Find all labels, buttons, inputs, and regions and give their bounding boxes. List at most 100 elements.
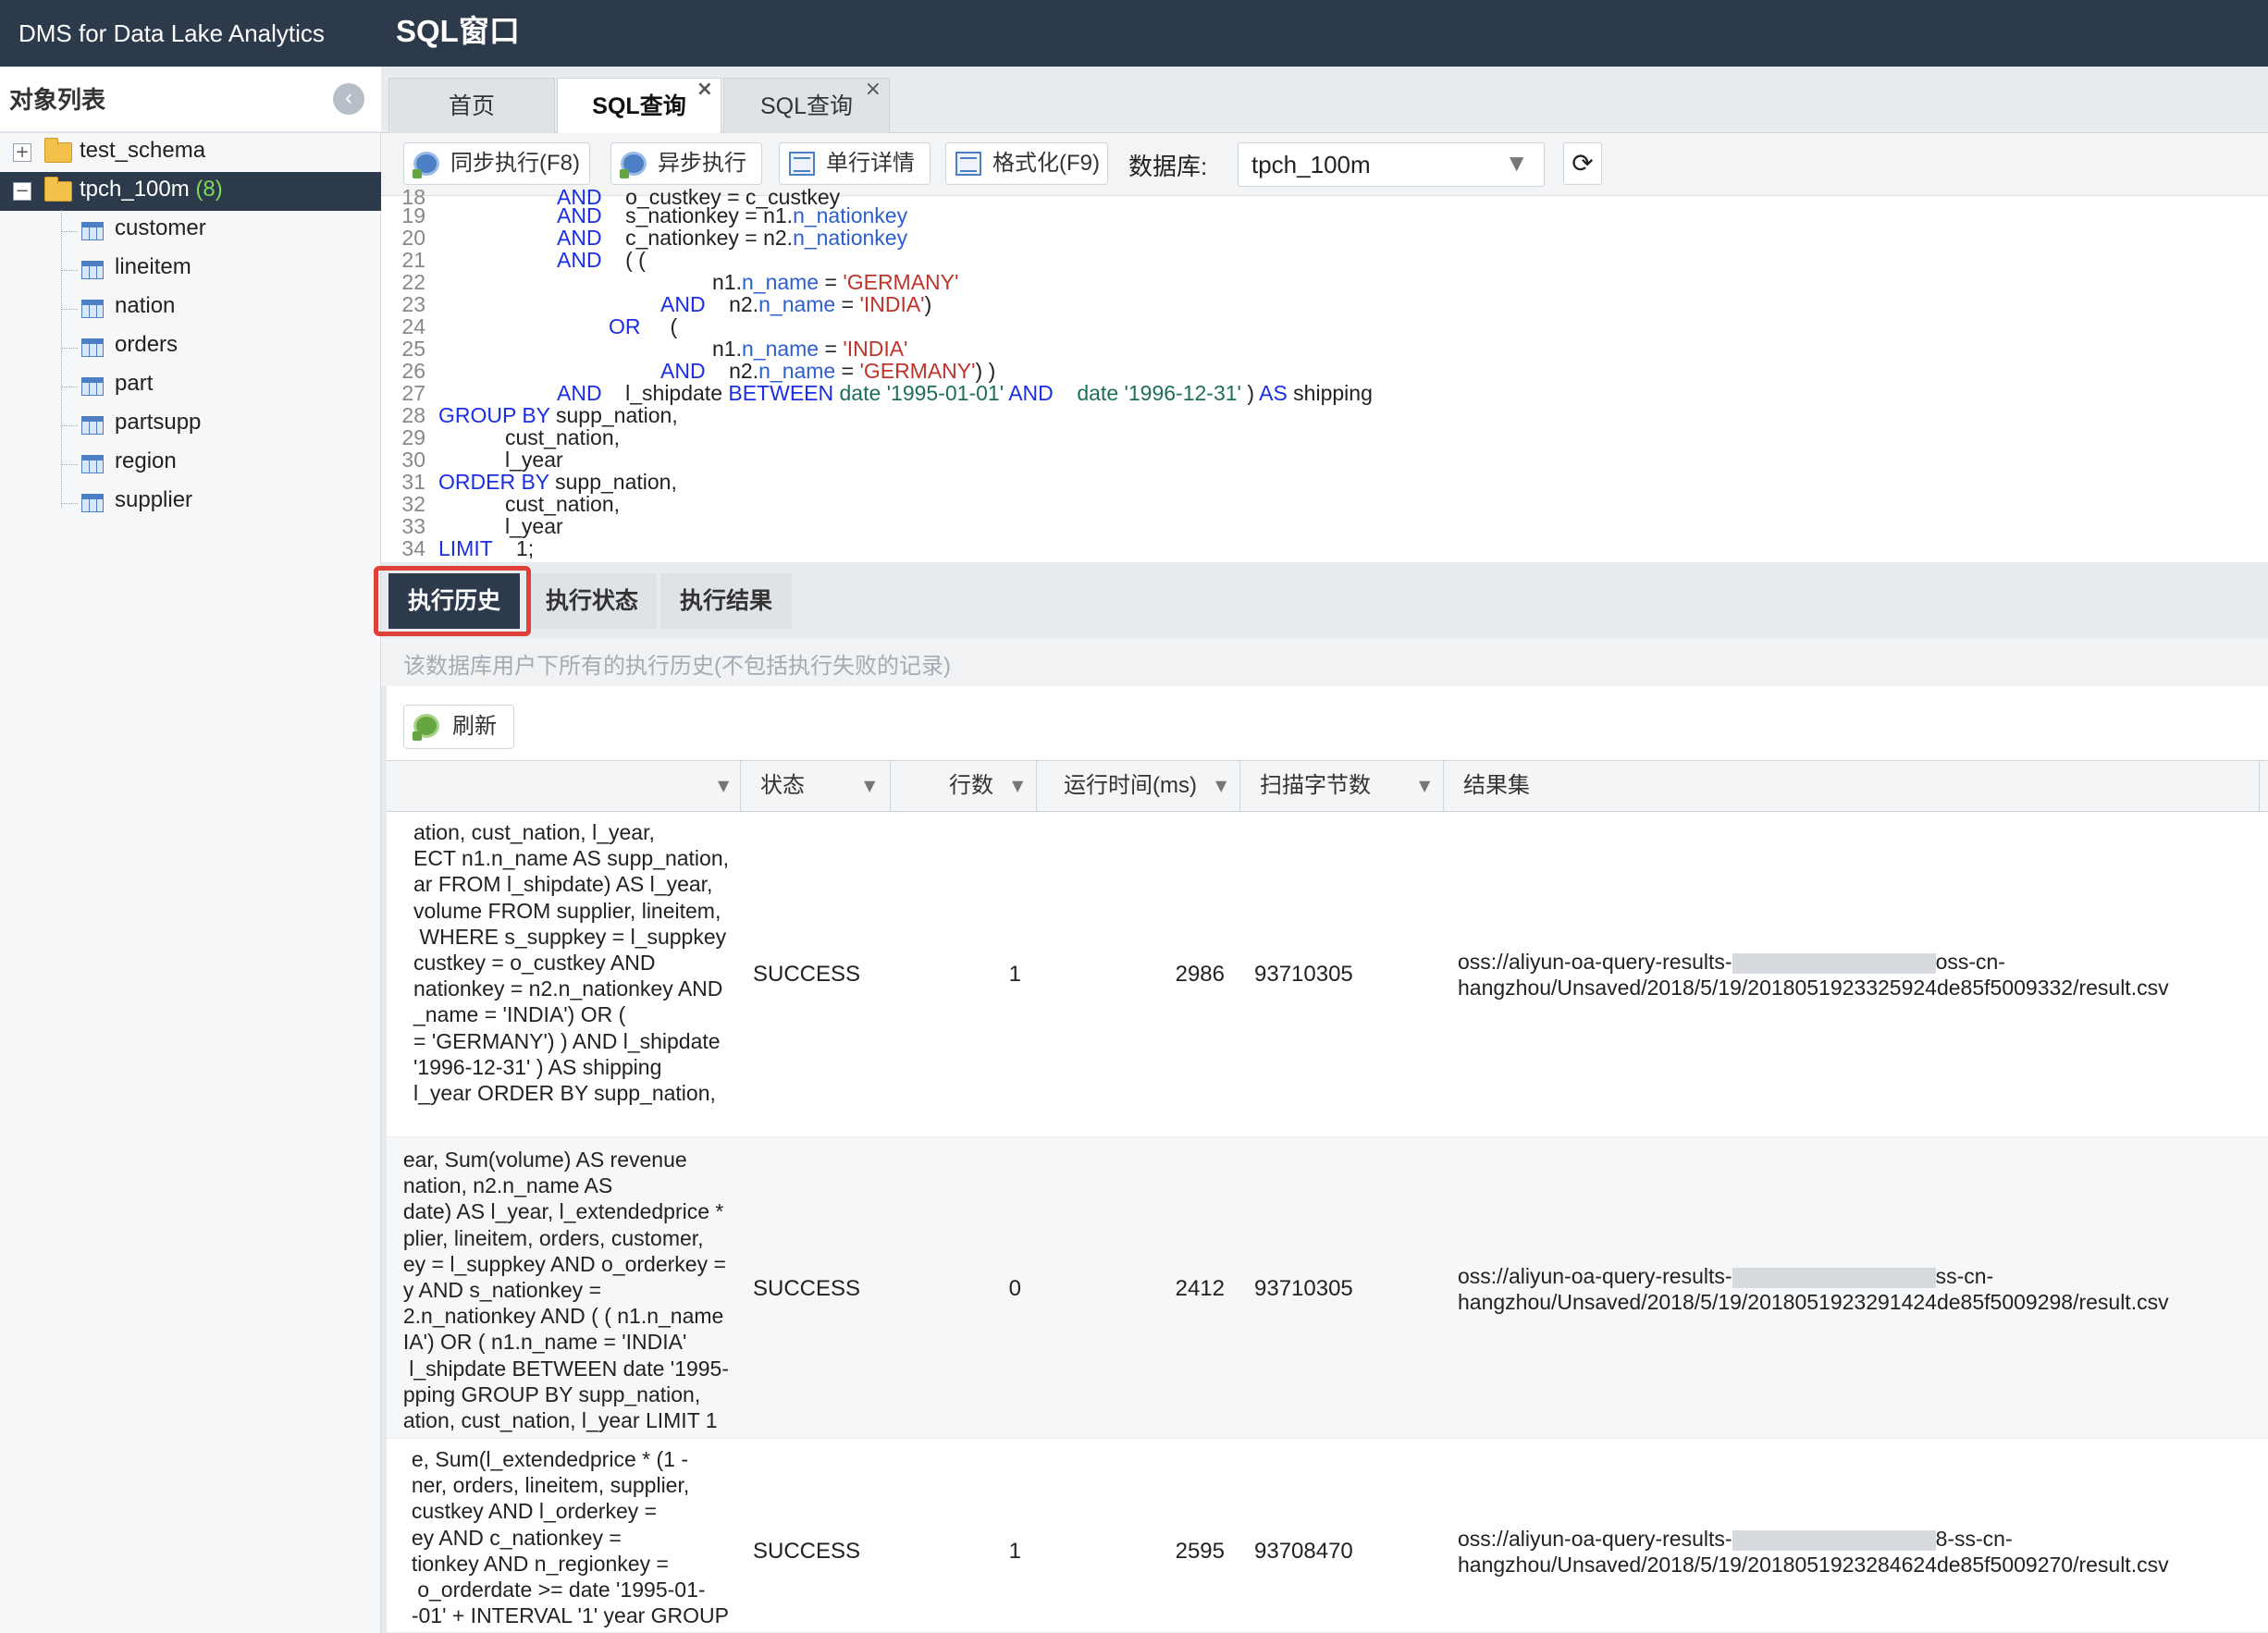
column-header-rows[interactable]: 行数 bbox=[949, 760, 993, 812]
table-label: orders bbox=[115, 332, 179, 357]
chevron-down-icon[interactable]: ▼ bbox=[864, 760, 875, 812]
tab-execution-result[interactable]: 执行结果 bbox=[660, 573, 792, 629]
column-divider bbox=[1443, 760, 1444, 812]
column-divider bbox=[1036, 760, 1037, 812]
table-icon bbox=[81, 494, 104, 512]
schema-name: tpch_100m bbox=[80, 177, 190, 202]
result-path-mid: oss-cn- bbox=[1935, 950, 2005, 974]
column-divider bbox=[2259, 760, 2260, 812]
chevron-down-icon[interactable]: ▼ bbox=[1012, 760, 1023, 812]
table-item-nation[interactable]: nation bbox=[0, 289, 381, 327]
sidebar-title: 对象列表 bbox=[9, 86, 106, 114]
table-icon bbox=[81, 300, 104, 318]
sql-cell: ear, Sum(volume) AS revenue nation, n2.n… bbox=[387, 1147, 729, 1437]
sql-cell: e, Sum(l_extendedprice * (1 - ner, order… bbox=[387, 1446, 729, 1633]
sync-execute-button[interactable]: 同步执行(F8) bbox=[403, 142, 590, 185]
tree-item-tpch-100m[interactable]: − tpch_100m (8) bbox=[0, 172, 381, 211]
rows-cell: 1 bbox=[1008, 962, 1021, 987]
line-number: 34 bbox=[401, 536, 425, 560]
result-path-start: oss://aliyun-oa-query-results- bbox=[1458, 950, 1732, 974]
tab-sql-query-2[interactable]: SQL查询 × bbox=[723, 78, 890, 133]
tree-connector bbox=[61, 309, 78, 310]
chevron-down-icon[interactable]: ▼ bbox=[1510, 152, 1523, 174]
tab-label: SQL查询 bbox=[759, 93, 854, 119]
collapse-icon[interactable]: − bbox=[13, 182, 31, 201]
result-path-end: hangzhou/Unsaved/2018/5/19/2018051923284… bbox=[1458, 1553, 2169, 1577]
table-item-supplier[interactable]: supplier bbox=[0, 483, 381, 522]
line-number: 19 bbox=[401, 203, 425, 227]
bytes-cell: 93710305 bbox=[1254, 962, 1353, 987]
code-line: l_year bbox=[505, 448, 563, 472]
code-line: AND ( ( bbox=[557, 248, 646, 272]
runtime-cell: 2986 bbox=[1175, 962, 1225, 987]
folder-icon bbox=[44, 138, 72, 163]
chevron-down-icon[interactable]: ▼ bbox=[1419, 760, 1430, 812]
code-line: AND c_nationkey = n2.n_nationkey bbox=[557, 226, 908, 250]
column-header-scanned-bytes[interactable]: 扫描字节数 bbox=[1260, 760, 1371, 812]
button-label: 刷新 bbox=[452, 714, 497, 739]
line-number: 28 bbox=[401, 403, 425, 427]
line-number: 24 bbox=[401, 314, 425, 338]
rows-cell: 1 bbox=[1008, 1539, 1021, 1564]
tree-connector bbox=[61, 270, 78, 271]
format-icon bbox=[955, 152, 981, 176]
line-number: 22 bbox=[401, 270, 425, 294]
table-icon bbox=[81, 261, 104, 279]
refresh-icon bbox=[413, 714, 439, 741]
tree-connector bbox=[61, 348, 78, 349]
tab-label: SQL查询 bbox=[592, 93, 686, 119]
status-cell: SUCCESS bbox=[753, 1539, 861, 1564]
table-item-region[interactable]: region bbox=[0, 444, 381, 483]
code-line: AND n2.n_name = 'INDIA') bbox=[660, 292, 932, 316]
expand-icon[interactable]: + bbox=[13, 143, 31, 162]
bytes-cell: 93708470 bbox=[1254, 1539, 1353, 1564]
refresh-button[interactable]: 刷新 bbox=[403, 705, 514, 749]
code-line: cust_nation, bbox=[505, 425, 621, 449]
chevron-down-icon[interactable]: ▼ bbox=[718, 760, 729, 812]
result-path-mid: 8-ss-cn- bbox=[1935, 1527, 2013, 1551]
sql-text: ear, Sum(volume) AS revenue nation, n2.n… bbox=[402, 1148, 729, 1433]
column-divider bbox=[740, 760, 741, 812]
close-icon[interactable]: × bbox=[865, 62, 881, 117]
code-line: n1.n_name = 'INDIA' bbox=[712, 337, 908, 361]
bytes-cell: 93710305 bbox=[1254, 1276, 1353, 1301]
table-item-customer[interactable]: customer bbox=[0, 211, 381, 250]
result-set-cell[interactable]: oss://aliyun-oa-query-results- 8-ss-cn- h… bbox=[1458, 1526, 2169, 1578]
table-label: part bbox=[115, 371, 154, 396]
result-path-start: oss://aliyun-oa-query-results- bbox=[1458, 1264, 1732, 1288]
chevron-left-icon[interactable]: ‹ bbox=[333, 83, 364, 115]
line-number: 21 bbox=[401, 248, 425, 272]
table-label: supplier bbox=[115, 487, 193, 512]
chevron-down-icon[interactable]: ▼ bbox=[1215, 760, 1226, 812]
table-label: lineitem bbox=[115, 254, 191, 279]
line-number: 29 bbox=[401, 425, 425, 449]
column-header-result-set[interactable]: 结果集 bbox=[1463, 760, 1530, 812]
format-button[interactable]: 格式化(F9) bbox=[945, 142, 1108, 185]
refresh-icon[interactable]: ⟳ bbox=[1563, 142, 1602, 185]
async-execute-button[interactable]: 异步执行 bbox=[610, 142, 762, 185]
result-set-cell[interactable]: oss://aliyun-oa-query-results-oss-cn- ha… bbox=[1458, 949, 2169, 1001]
table-count: (8) bbox=[195, 177, 223, 202]
tab-execution-status[interactable]: 执行状态 bbox=[527, 573, 657, 629]
tree-item-test-schema[interactable]: + test_schema bbox=[0, 133, 381, 172]
line-number: 31 bbox=[401, 470, 425, 494]
redacted-block bbox=[1732, 952, 1936, 974]
row-detail-button[interactable]: 单行详情 bbox=[779, 142, 931, 185]
column-header-runtime[interactable]: 运行时间(ms) bbox=[1064, 760, 1197, 812]
tab-home[interactable]: 首页 bbox=[388, 78, 555, 133]
table-item-part[interactable]: part bbox=[0, 366, 381, 405]
close-icon[interactable]: × bbox=[696, 62, 713, 117]
highlight-box bbox=[374, 566, 531, 636]
code-line: ORDER BY supp_nation, bbox=[438, 470, 677, 494]
database-select[interactable]: tpch_100m bbox=[1238, 142, 1545, 187]
app-title: DMS for Data Lake Analytics bbox=[18, 19, 325, 47]
button-label: 异步执行 bbox=[658, 151, 746, 176]
result-path-start: oss://aliyun-oa-query-results- bbox=[1458, 1527, 1732, 1551]
result-set-cell[interactable]: oss://aliyun-oa-query-results-ss-cn- han… bbox=[1458, 1263, 2169, 1315]
column-header-status[interactable]: 状态 bbox=[760, 760, 805, 812]
rows-cell: 0 bbox=[1008, 1276, 1021, 1301]
tab-sql-query-1[interactable]: SQL查询 × bbox=[557, 78, 721, 133]
table-item-orders[interactable]: orders bbox=[0, 327, 381, 366]
table-item-partsupp[interactable]: partsupp bbox=[0, 405, 381, 444]
table-item-lineitem[interactable]: lineitem bbox=[0, 250, 381, 289]
